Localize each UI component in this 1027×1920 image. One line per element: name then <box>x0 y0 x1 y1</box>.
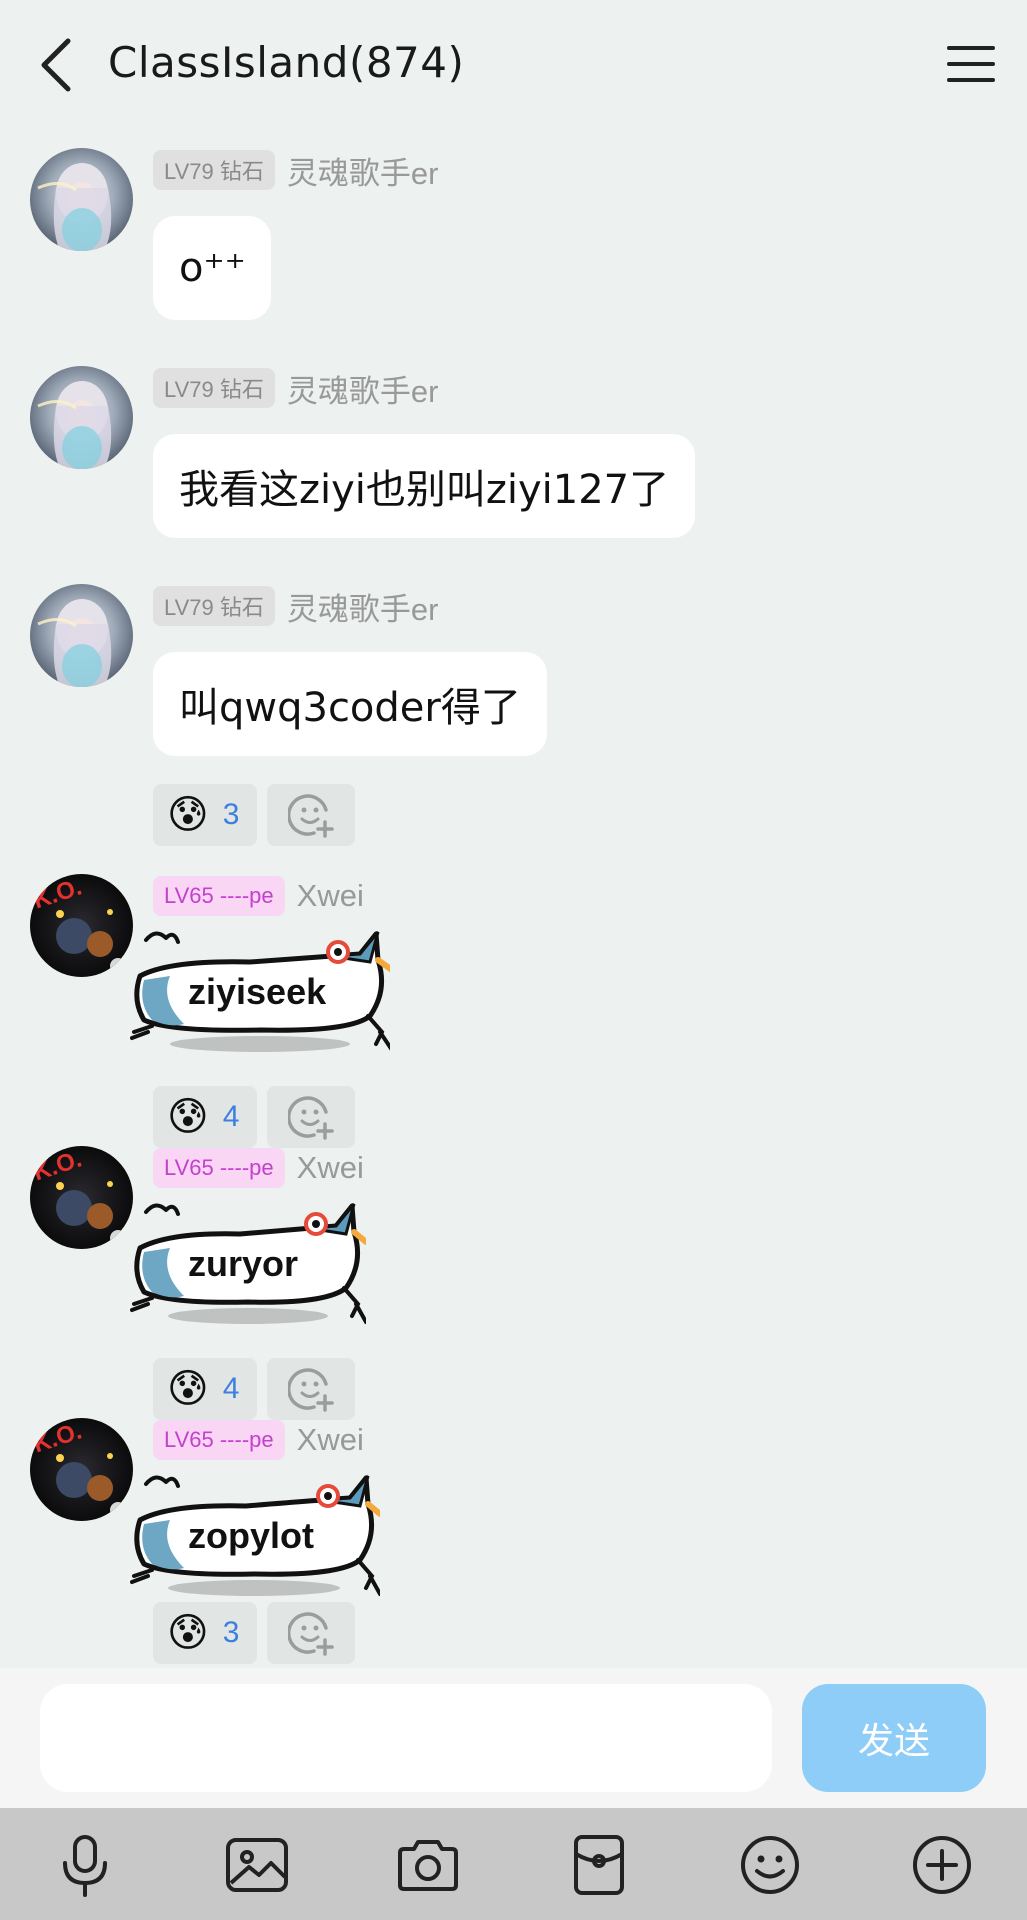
message-bubble[interactable]: o⁺⁺ <box>153 216 271 320</box>
avatar[interactable]: K.O. <box>30 1418 133 1521</box>
reaction-bar: 😰 4 <box>153 1358 356 1420</box>
sender-name[interactable]: Xwei <box>297 878 364 914</box>
send-button[interactable]: 发送 <box>802 1684 986 1792</box>
level-badge: LV65 ----pe <box>153 876 285 916</box>
reaction-pill[interactable]: 😰 4 <box>153 1358 258 1420</box>
sender-name[interactable]: 灵魂歌手er <box>287 366 439 411</box>
sticker-text: zuryor <box>188 1243 298 1284</box>
add-emoji-icon <box>288 1612 335 1656</box>
add-reaction-button[interactable] <box>267 1086 356 1148</box>
reaction-bar: 😰 4 <box>153 1086 356 1148</box>
camera-icon <box>398 1840 458 1891</box>
reaction-count: 3 <box>222 1616 240 1649</box>
avatar[interactable]: K.O. <box>30 874 133 977</box>
reaction-pill[interactable]: 😰 4 <box>153 1086 258 1148</box>
sticker-text: ziyiseek <box>188 971 327 1012</box>
chat-header: ClassIsland(874) <box>0 0 1027 130</box>
avatar[interactable]: K.O. <box>30 1146 133 1249</box>
level-badge: LV65 ----pe <box>153 1148 285 1188</box>
input-bar: 发送 <box>0 1668 1027 1808</box>
sticker-text: zopylot <box>188 1515 314 1556</box>
level-badge: LV79 钻石 <box>153 586 275 626</box>
message-text: o⁺⁺ <box>179 245 246 291</box>
message-bubble[interactable]: 我看这ziyi也别叫ziyi127了 <box>153 434 696 538</box>
sender-name[interactable]: Xwei <box>297 1422 364 1458</box>
red-packet-button[interactable] <box>566 1832 632 1898</box>
microphone-icon <box>63 1835 107 1897</box>
sender-name[interactable]: 灵魂歌手er <box>287 584 439 629</box>
message-bubble[interactable]: 叫qwq3coder得了 <box>153 652 547 756</box>
add-emoji-icon <box>288 794 335 838</box>
anxious-sweat-emoji-icon: 😰 <box>167 792 209 838</box>
sender-name[interactable]: 灵魂歌手er <box>287 148 439 193</box>
reaction-pill[interactable]: 😰 3 <box>153 1602 258 1664</box>
emoji-button[interactable] <box>737 1832 803 1898</box>
bottom-toolbar <box>0 1808 1027 1920</box>
level-badge: LV65 ----pe <box>153 1420 285 1460</box>
red-packet-icon <box>574 1835 624 1895</box>
voice-button[interactable] <box>52 1832 118 1898</box>
add-reaction-button[interactable] <box>267 1358 356 1420</box>
reaction-count: 3 <box>222 798 240 831</box>
reaction-bar: 😰 3 <box>153 1602 356 1664</box>
anxious-sweat-emoji-icon: 😰 <box>167 1610 209 1656</box>
add-emoji-icon <box>288 1368 335 1412</box>
camera-button[interactable] <box>395 1832 461 1898</box>
sticker[interactable]: ziyiseek <box>130 920 395 1060</box>
level-badge: LV79 钻石 <box>153 368 275 408</box>
anxious-sweat-emoji-icon: 😰 <box>167 1366 209 1412</box>
plus-icon <box>913 1836 971 1894</box>
anxious-sweat-emoji-icon: 😰 <box>167 1094 209 1140</box>
sticker[interactable]: zuryor <box>130 1192 369 1332</box>
menu-button[interactable] <box>941 36 1001 92</box>
reaction-count: 4 <box>222 1372 240 1405</box>
level-badge: LV79 钻石 <box>153 150 275 190</box>
avatar[interactable] <box>30 148 133 251</box>
sender-name[interactable]: Xwei <box>297 1150 364 1186</box>
reaction-count: 4 <box>222 1100 240 1133</box>
hamburger-menu-icon <box>947 46 995 82</box>
message-input[interactable] <box>40 1684 772 1792</box>
add-reaction-button[interactable] <box>267 784 356 846</box>
avatar[interactable] <box>30 366 133 469</box>
avatar[interactable] <box>30 584 133 687</box>
sticker[interactable]: zopylot <box>130 1464 383 1604</box>
add-reaction-button[interactable] <box>267 1602 356 1664</box>
more-button[interactable] <box>909 1832 975 1898</box>
message-text: 叫qwq3coder得了 <box>179 685 521 731</box>
reaction-bar: 😰 3 <box>153 784 356 846</box>
reaction-pill[interactable]: 😰 3 <box>153 784 258 846</box>
back-button[interactable] <box>30 30 80 100</box>
message-text: 我看这ziyi也别叫ziyi127了 <box>179 467 670 513</box>
emoji-icon <box>741 1836 799 1894</box>
chevron-left-icon <box>41 38 71 92</box>
chat-title: ClassIsland(874) <box>108 38 465 87</box>
gallery-button[interactable] <box>224 1832 290 1898</box>
add-emoji-icon <box>288 1096 335 1140</box>
image-icon <box>226 1838 288 1892</box>
